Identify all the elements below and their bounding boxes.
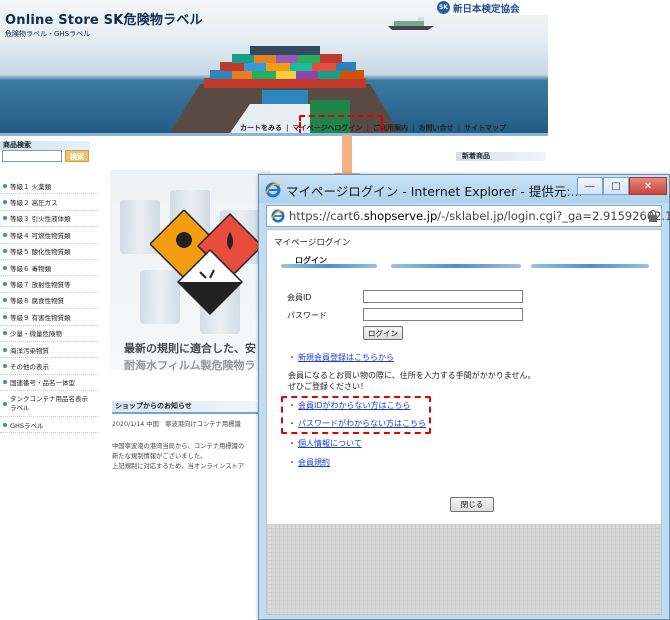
sidebar-item[interactable]: 等級６ 毒物類 xyxy=(0,260,98,277)
nav-sitemap[interactable]: サイトマップ xyxy=(464,123,506,133)
lock-icon[interactable] xyxy=(648,210,658,223)
sidebar-item[interactable]: 海洋汚染物質 xyxy=(0,342,98,359)
page-heading: マイページログイン xyxy=(274,238,351,248)
info-line: 会員になるとお買い物の際に、住所を入力する手間がかかりません。 xyxy=(288,371,536,380)
register-info: 会員になるとお買い物の際に、住所を入力する手間がかかりません。 ぜひご登録くださ… xyxy=(288,370,536,392)
nav-contact[interactable]: お問い合せ xyxy=(419,123,454,133)
sidebar-item[interactable]: その他の表示 xyxy=(0,358,98,375)
hazard-labels-image xyxy=(150,210,264,316)
sidebar-item[interactable]: 等級４ 可燃性物質類 xyxy=(0,227,98,244)
bullet-icon xyxy=(3,401,7,406)
privacy-row: ・個人情報について xyxy=(288,439,362,448)
header-banner: Online Store SK危険物ラベル 危険物ラベル・GHSラベル xyxy=(0,0,548,133)
distant-ship-image xyxy=(388,17,434,30)
member-id-label: 会員ID xyxy=(287,293,312,302)
nav-separator: | xyxy=(457,124,461,132)
bullet-icon xyxy=(3,183,7,188)
bullet-icon xyxy=(3,298,7,303)
news-body-line: 中国寧波港の港湾当局から、コンテナ用標識の xyxy=(112,443,245,450)
bullet-icon xyxy=(3,265,7,270)
logo-mark-icon: SK xyxy=(437,1,450,14)
news-body-line: 新たな規制情報がございました。 xyxy=(112,453,207,460)
bullet-icon xyxy=(3,422,7,427)
password-label: パスワード xyxy=(287,311,327,320)
minimize-button[interactable]: — xyxy=(577,177,603,195)
privacy-link[interactable]: 個人情報について xyxy=(298,439,362,448)
hero-line-1: 最新の規則に適合した、安 xyxy=(124,342,256,355)
close-popup-button[interactable]: 閉じる xyxy=(450,497,494,512)
login-button[interactable]: ログイン xyxy=(363,326,403,340)
bullet-icon xyxy=(3,347,7,352)
bullet-icon xyxy=(3,200,7,205)
sidebar-item[interactable]: GHSラベル xyxy=(0,417,98,434)
bullet-icon xyxy=(3,249,7,254)
bullet-icon xyxy=(3,363,7,368)
search-input[interactable] xyxy=(2,150,62,162)
internet-explorer-icon xyxy=(265,182,281,198)
sidebar-item[interactable]: 等級３ 引火性液体類 xyxy=(0,211,98,228)
new-items-heading: 新着商品 xyxy=(456,152,546,161)
bullet-icon xyxy=(3,314,7,319)
window-titlebar[interactable]: マイページログイン - Internet Explorer - 提供元:... … xyxy=(259,175,669,203)
news-heading: ショップからのお知らせ xyxy=(112,401,262,412)
site-title[interactable]: Online Store SK危険物ラベル xyxy=(5,9,203,28)
login-section-header: ログイン xyxy=(281,254,651,268)
sidebar-item[interactable]: タンクコンテナ用品名表示ラベル xyxy=(0,391,98,418)
bullet-icon xyxy=(3,331,7,336)
window-close-button[interactable]: ✕ xyxy=(629,177,667,195)
internet-explorer-icon xyxy=(271,209,285,223)
highlight-mypage-login xyxy=(299,115,383,135)
info-line: ぜひご登録ください！ xyxy=(288,382,368,391)
sidebar-item[interactable]: 等級９ 有害性物質類 xyxy=(0,309,98,326)
sidebar-item[interactable]: 等級７ 放射性物質等 xyxy=(0,276,98,293)
category-sidebar: 等級１ 火薬類 等級２ 高圧ガス 等級３ 引火性液体類 等級４ 可燃性物質類 等… xyxy=(0,178,98,434)
news-section: 2020/1/14 中国 寧波港向けコンテナ用標識 中国寧波港の港湾当局から、コ… xyxy=(112,420,244,472)
window-title: マイページログイン - Internet Explorer - 提供元:... xyxy=(286,184,583,199)
bullet-icon xyxy=(3,216,7,221)
login-page-content: マイページログイン ログイン 会員ID パスワード ログイン ・新規会員登録はこ… xyxy=(266,229,662,615)
register-link[interactable]: 新規会員登録はこちらから xyxy=(298,353,394,362)
sidebar-item[interactable]: 国連番号・品名一体型 xyxy=(0,375,98,392)
member-id-input[interactable] xyxy=(363,290,523,303)
company-logo[interactable]: SK 新日本検定協会 xyxy=(437,0,549,15)
sidebar-item[interactable]: 等級５ 酸化性物質類 xyxy=(0,244,98,260)
hero-line-2: 耐海水フィルム製危険物ラ xyxy=(124,359,256,372)
highlight-forgot-links xyxy=(281,396,431,434)
nav-separator: | xyxy=(412,124,415,132)
nav-cart[interactable]: カートをみる xyxy=(240,123,282,133)
hero-caption: 最新の規則に適合した、安 耐海水フィルム製危険物ラ xyxy=(124,340,256,374)
terms-row: ・会員規約 xyxy=(288,458,330,467)
search-button[interactable]: 検索 xyxy=(65,150,89,162)
company-name: 新日本検定協会 xyxy=(453,3,520,15)
news-item-link[interactable]: 2020/1/14 中国 寧波港向けコンテナ用標識 xyxy=(112,420,244,430)
sidebar-item[interactable]: 等級２ 高圧ガス xyxy=(0,194,98,211)
bullet-icon xyxy=(3,282,7,287)
news-divider xyxy=(112,412,262,414)
sidebar-item[interactable]: 等級１ 火薬類 xyxy=(0,178,98,195)
site-subtitle: 危険物ラベル・GHSラベル xyxy=(5,30,91,38)
empty-area xyxy=(267,524,661,614)
password-input[interactable] xyxy=(363,308,523,321)
news-body-line: 上記規制に対応するため、当オンラインストア xyxy=(112,463,245,470)
register-link-row: ・新規会員登録はこちらから xyxy=(288,353,394,362)
sidebar-item[interactable]: 等級８ 腐食性物質 xyxy=(0,293,98,310)
bullet-icon xyxy=(3,232,7,237)
terms-link[interactable]: 会員規約 xyxy=(298,458,330,467)
address-url[interactable]: https://cart6.shopserve.jp/-/sklabel.jp/… xyxy=(289,209,670,223)
search-heading: 商品検索 xyxy=(0,141,90,150)
maximize-button[interactable]: □ xyxy=(603,177,629,195)
login-popup-window: マイページログイン - Internet Explorer - 提供元:... … xyxy=(258,174,670,620)
address-bar[interactable]: https://cart6.shopserve.jp/-/sklabel.jp/… xyxy=(266,205,670,227)
sidebar-item[interactable]: 少量・微量危険物 xyxy=(0,326,98,342)
header-divider xyxy=(0,133,548,136)
bullet-icon xyxy=(3,380,7,385)
nav-separator: | xyxy=(286,124,289,132)
